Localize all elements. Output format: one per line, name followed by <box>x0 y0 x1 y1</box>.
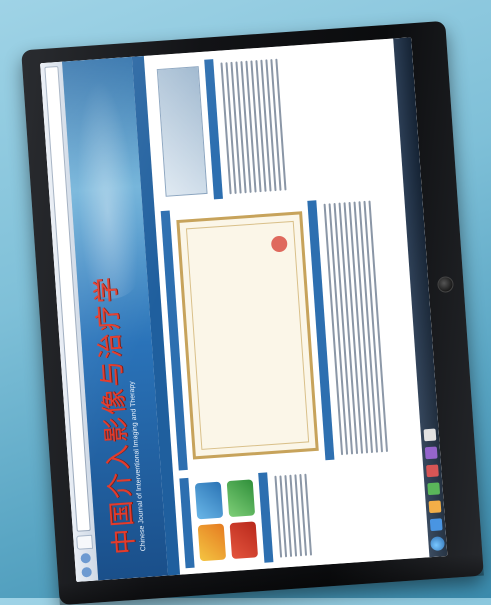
app-icon[interactable] <box>427 482 441 496</box>
app-icon[interactable] <box>424 446 438 460</box>
app-icon[interactable] <box>426 464 439 478</box>
seal-icon <box>270 235 288 253</box>
monitor: 中国介入影像与治疗学 Chinese Journal of Interventi… <box>21 20 484 605</box>
monitor-screen: 中国介入影像与治疗学 Chinese Journal of Interventi… <box>40 37 448 582</box>
center-column <box>160 194 429 471</box>
right-column <box>150 46 409 203</box>
back-button-icon[interactable] <box>81 566 93 578</box>
certificate-image <box>176 211 319 460</box>
windows-start-icon[interactable] <box>430 536 446 552</box>
power-button-icon[interactable] <box>436 275 455 294</box>
quick-link-icon[interactable] <box>194 481 224 520</box>
quick-link-icon[interactable] <box>229 521 259 560</box>
right-text-block <box>213 54 294 199</box>
banner-decoration <box>69 77 143 301</box>
app-icon[interactable] <box>423 428 437 442</box>
left-text-block <box>267 469 319 562</box>
journal-cover-image[interactable] <box>156 66 208 197</box>
forward-button-icon[interactable] <box>80 552 92 564</box>
browser-app-icon[interactable] <box>429 518 443 532</box>
brand-mark <box>433 43 441 71</box>
quick-link-icon[interactable] <box>226 479 256 518</box>
photo-scene: 中国介入影像与治疗学 Chinese Journal of Interventi… <box>0 0 491 605</box>
quick-link-icon[interactable] <box>197 523 227 562</box>
folder-app-icon[interactable] <box>428 500 442 514</box>
quick-links <box>188 473 264 568</box>
left-column <box>179 461 435 569</box>
browser-tab[interactable] <box>76 534 94 550</box>
screen-content: 中国介入影像与治疗学 Chinese Journal of Interventi… <box>40 37 448 582</box>
